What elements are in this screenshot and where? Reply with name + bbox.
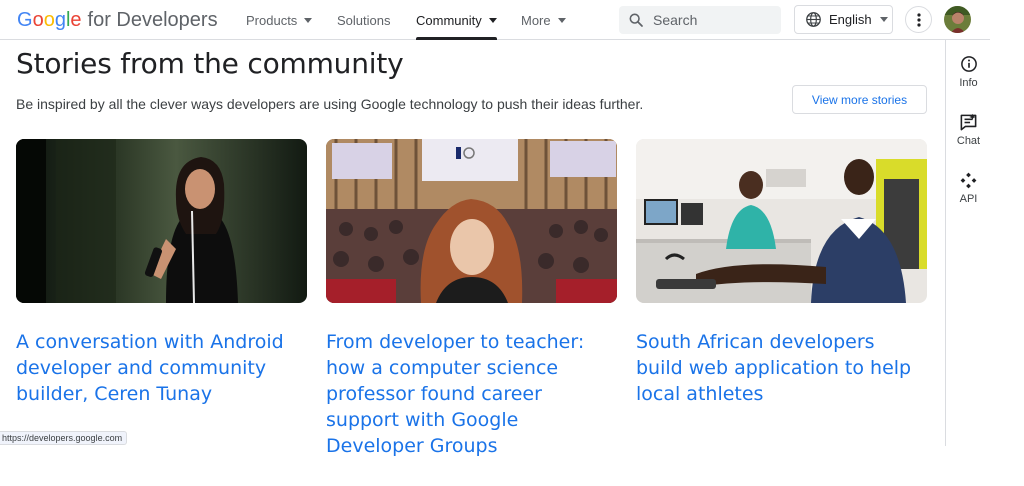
search-icon: [629, 13, 643, 27]
story-title-link[interactable]: South African developers build web appli…: [636, 329, 927, 407]
view-more-stories-button[interactable]: View more stories: [792, 85, 927, 114]
avatar-image: [944, 6, 971, 33]
nav-community[interactable]: Community: [416, 0, 497, 40]
story-photo-teacher[interactable]: [326, 139, 617, 303]
chevron-down-icon: [879, 17, 888, 22]
logo-letter: G: [17, 9, 33, 31]
logo-letter: e: [70, 9, 82, 31]
nav-products[interactable]: Products: [246, 0, 313, 40]
logo-letter: o: [43, 9, 55, 31]
story-title-link[interactable]: From developer to teacher: how a compute…: [326, 329, 617, 459]
nav-label: Community: [416, 12, 482, 28]
chat-icon: [960, 113, 977, 130]
language-selector[interactable]: English: [794, 5, 893, 34]
nav-label: More: [521, 12, 551, 28]
account-avatar[interactable]: [944, 6, 971, 33]
rail-chat-button[interactable]: Chat: [946, 111, 991, 147]
api-icon: [960, 172, 977, 188]
side-panel-rail: Info Chat API: [945, 40, 990, 446]
more-options-button[interactable]: [905, 6, 932, 33]
chevron-down-icon: [557, 17, 566, 23]
rail-label: Info: [959, 77, 978, 89]
nav-solutions[interactable]: Solutions: [337, 0, 390, 40]
story-photo-speaker[interactable]: [16, 139, 307, 303]
story-card: A conversation with Android developer an…: [16, 139, 307, 407]
story-card: South African developers build web appli…: [636, 139, 927, 407]
story-title-link[interactable]: A conversation with Android developer an…: [16, 329, 307, 407]
kebab-menu-icon: [916, 12, 921, 27]
story-card: From developer to teacher: how a compute…: [326, 139, 617, 459]
nav-label: Solutions: [337, 12, 391, 28]
nav-more[interactable]: More: [521, 0, 566, 40]
logo-letter: g: [54, 9, 66, 31]
language-label: English: [829, 12, 872, 27]
story-photo-developers[interactable]: [636, 139, 927, 303]
rail-info-button[interactable]: Info: [946, 53, 991, 89]
globe-icon: [806, 12, 821, 27]
rail-api-button[interactable]: API: [946, 169, 991, 205]
logo-letter: o: [32, 9, 44, 31]
chevron-down-icon: [488, 17, 497, 23]
top-app-bar: Google for Developers Products Solutions …: [0, 0, 990, 40]
search-input[interactable]: [653, 12, 773, 28]
page-title: Stories from the community: [16, 47, 404, 80]
page-subtitle: Be inspired by all the clever ways devel…: [16, 96, 644, 112]
logo-suffix: for Developers: [87, 9, 218, 31]
google-for-developers-logo[interactable]: Google for Developers: [17, 8, 218, 32]
nav-label: Products: [246, 12, 298, 28]
status-bar-url: https://developers.google.com: [0, 431, 128, 445]
info-icon: [960, 56, 977, 72]
chevron-down-icon: [304, 17, 313, 23]
rail-label: API: [959, 193, 978, 205]
search-box[interactable]: [619, 6, 781, 34]
rail-label: Chat: [956, 135, 981, 147]
